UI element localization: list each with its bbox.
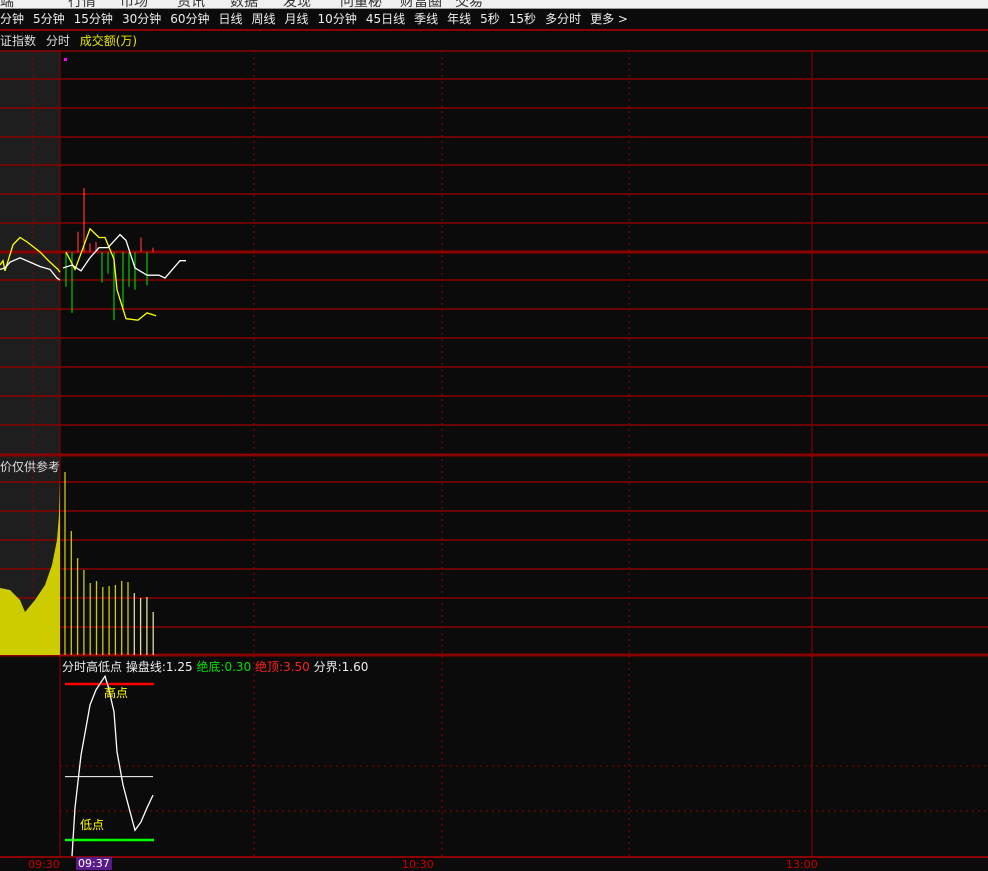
indicator-name[interactable]: 成交额(万): [80, 34, 137, 48]
menu-item[interactable]: 交易: [455, 0, 483, 8]
mode-label[interactable]: 分时: [46, 34, 70, 48]
period-tab[interactable]: 15分钟: [74, 9, 113, 30]
period-toolbar: 分钟 5分钟 15分钟 30分钟 60分钟 日线 周线 月线 10分钟 45日线 季线 年线 5秒 15秒…: [0, 9, 988, 31]
intraday-chart[interactable]: [0, 50, 988, 867]
top-value: 3.50: [283, 660, 310, 674]
indicator-legend: 分时高低点 操盘线:1.25 绝底:0.30 绝顶:3.50 分界:1.60: [62, 658, 368, 675]
line-value: 1.25: [165, 660, 193, 674]
period-tab[interactable]: 季线: [414, 9, 438, 30]
price-line: [62, 233, 186, 279]
menu-item[interactable]: 市场: [120, 0, 148, 8]
top-label: 绝顶:: [255, 660, 284, 674]
period-tab[interactable]: 更多 >: [590, 9, 628, 30]
bottom-label: 绝底:: [196, 660, 225, 674]
menu-item[interactable]: 问董秘: [340, 0, 382, 8]
index-name: 证指数: [0, 34, 37, 48]
period-tab[interactable]: 5秒: [480, 9, 500, 30]
divide-value: 1.60: [341, 660, 369, 674]
marker-dot: [64, 58, 67, 61]
avg-line: [65, 227, 157, 321]
divide-label: 分界:: [313, 660, 342, 674]
period-tab[interactable]: 5分钟: [33, 9, 65, 30]
low-point-tag: 低点: [80, 818, 105, 832]
period-tab[interactable]: 30分钟: [122, 9, 161, 30]
auction-note: 价仅供参考: [0, 460, 61, 474]
high-point-tag: 高点: [104, 686, 129, 700]
indicator-title: 分时高低点: [62, 660, 123, 674]
period-tab[interactable]: 多分时: [545, 9, 581, 30]
period-tab[interactable]: 日线: [219, 9, 243, 30]
bottom-value: 0.30: [224, 660, 252, 674]
menu-item[interactable]: 端: [0, 0, 14, 8]
period-tab[interactable]: 分钟: [0, 9, 24, 30]
menu-item[interactable]: 资讯: [177, 0, 205, 8]
period-tab[interactable]: 15秒: [509, 9, 536, 30]
line-label: 操盘线:: [125, 660, 166, 674]
period-tab[interactable]: 月线: [285, 9, 309, 30]
period-tab[interactable]: 45日线: [366, 9, 405, 30]
menu-item[interactable]: 财富圈: [400, 0, 442, 8]
period-tab[interactable]: 60分钟: [170, 9, 209, 30]
menu-item[interactable]: 数据: [230, 0, 258, 8]
period-tab[interactable]: 10分钟: [318, 9, 357, 30]
period-tab[interactable]: 年线: [447, 9, 471, 30]
chart-title-row: 证指数 分时 成交额(万): [0, 32, 143, 50]
cursor-time-label: 09:37: [76, 857, 112, 870]
top-menu-bar: 端 行情 市场 资讯 数据 发现 问董秘 财富圈 交易: [0, 0, 988, 9]
menu-item[interactable]: 行情: [68, 0, 96, 8]
period-tab[interactable]: 周线: [252, 9, 276, 30]
auction-region: [0, 50, 60, 656]
menu-item[interactable]: 发现: [283, 0, 311, 8]
